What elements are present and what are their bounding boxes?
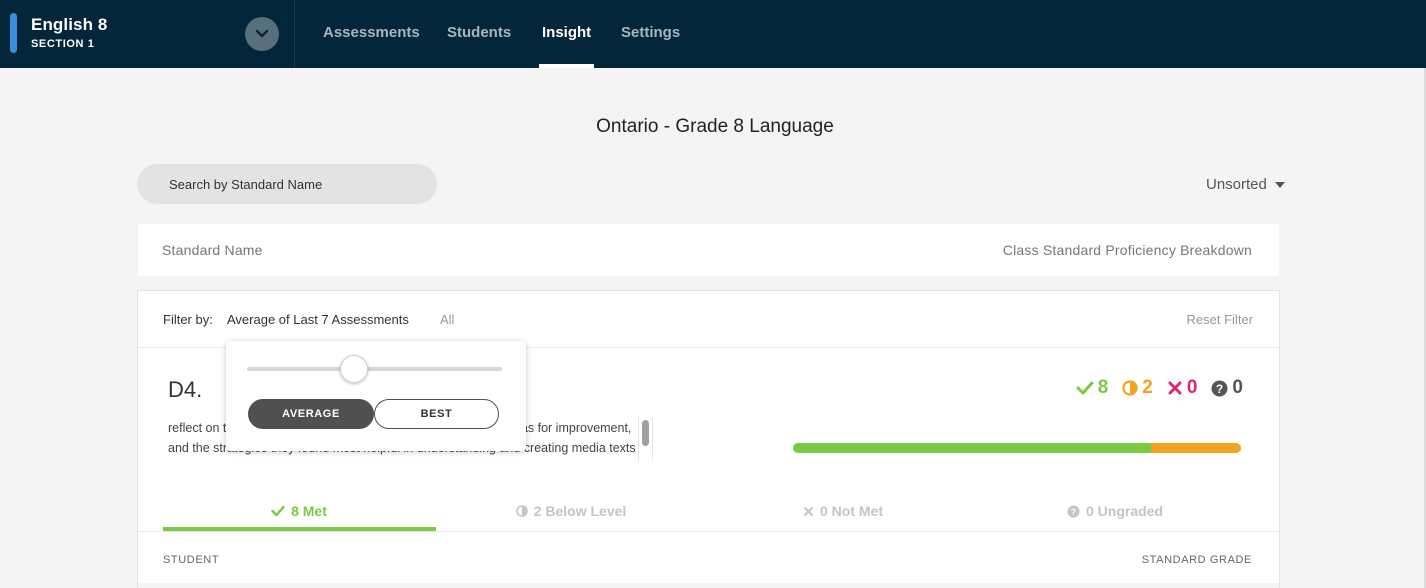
column-header-bar: Standard Name Class Standard Proficiency… [138, 224, 1279, 276]
active-tab-indicator [539, 64, 594, 68]
standard-code: D4. [168, 377, 203, 402]
tab-below-level-label: 2 Below Level [533, 503, 627, 519]
count-ungraded-value: 0 [1232, 377, 1243, 398]
filter-label: Filter by: [163, 312, 213, 327]
tab-met[interactable]: 8 Met [163, 503, 435, 519]
x-icon [1167, 380, 1183, 396]
course-switcher-button[interactable] [245, 17, 279, 51]
reset-filter-button[interactable]: Reset Filter [1187, 312, 1253, 327]
count-not-met: 0 [1167, 377, 1198, 399]
count-below-value: 2 [1142, 377, 1153, 398]
sort-dropdown[interactable]: Unsorted [1206, 176, 1285, 193]
tab-not-met[interactable]: 0 Not Met [707, 503, 979, 519]
bar-segment-below-level [1151, 443, 1241, 453]
best-toggle-button[interactable]: BEST [374, 399, 499, 429]
tab-met-label: 8 Met [291, 503, 327, 519]
slider-thumb[interactable] [340, 355, 369, 383]
assessment-count-slider[interactable] [247, 367, 502, 371]
question-icon: ? [1067, 505, 1080, 518]
page-title: Ontario - Grade 8 Language [596, 116, 834, 137]
check-icon [271, 505, 285, 517]
tab-ungraded-label: 0 Ungraded [1085, 503, 1163, 519]
course-title[interactable]: English 8 [31, 15, 107, 35]
count-met: 8 [1076, 377, 1109, 399]
tab-settings[interactable]: Settings [621, 0, 680, 68]
scrollbar-thumb[interactable] [642, 420, 649, 446]
course-color-accent [10, 13, 17, 53]
column-header-proficiency: Class Standard Proficiency Breakdown [1002, 242, 1252, 258]
tab-ungraded[interactable]: ? 0 Ungraded [979, 503, 1251, 519]
caret-down-icon [1274, 181, 1285, 188]
check-icon [1076, 380, 1094, 396]
table-header-student[interactable]: STUDENT [163, 554, 219, 566]
filter-popover: AVERAGE BEST [226, 341, 526, 451]
tab-assessments[interactable]: Assessments [323, 0, 420, 68]
count-ungraded: ? 0 [1211, 377, 1243, 399]
description-scrollbar[interactable] [638, 417, 653, 461]
x-icon [803, 506, 814, 517]
count-below-level: 2 [1122, 377, 1153, 399]
subtab-divider [138, 531, 1279, 532]
top-navigation-bar: English 8 SECTION 1 Assessments Students… [0, 0, 1426, 68]
table-row [138, 583, 1279, 588]
count-met-value: 8 [1097, 377, 1109, 398]
table-header-standard-grade[interactable]: STANDARD GRADE [1142, 554, 1252, 566]
svg-text:?: ? [1071, 507, 1077, 517]
course-section[interactable]: SECTION 1 [31, 38, 94, 50]
tab-students[interactable]: Students [447, 0, 511, 68]
proficiency-counts: 8 2 0 ? 0 [1062, 377, 1243, 399]
average-toggle-button[interactable]: AVERAGE [248, 399, 374, 429]
proficiency-breakdown-bar [793, 443, 1241, 453]
topbar-divider [294, 0, 295, 68]
filter-average-option[interactable]: Average of Last 7 Assessments [227, 312, 409, 327]
tab-below-level[interactable]: 2 Below Level [435, 503, 707, 519]
half-circle-icon [515, 505, 528, 517]
tab-not-met-label: 0 Not Met [820, 503, 883, 519]
chevron-down-icon [255, 29, 269, 38]
filter-row: Filter by: Average of Last 7 Assessments… [138, 291, 1279, 348]
svg-text:?: ? [1216, 381, 1223, 395]
search-input[interactable] [137, 164, 437, 204]
bar-segment-met [793, 443, 1152, 453]
count-not-met-value: 0 [1186, 377, 1198, 398]
sort-selected-label: Unsorted [1206, 176, 1267, 193]
filter-all-option[interactable]: All [440, 312, 454, 327]
question-icon: ? [1211, 380, 1228, 397]
column-header-standard-name: Standard Name [162, 242, 263, 258]
tab-insight[interactable]: Insight [542, 0, 591, 68]
half-circle-icon [1122, 380, 1138, 396]
